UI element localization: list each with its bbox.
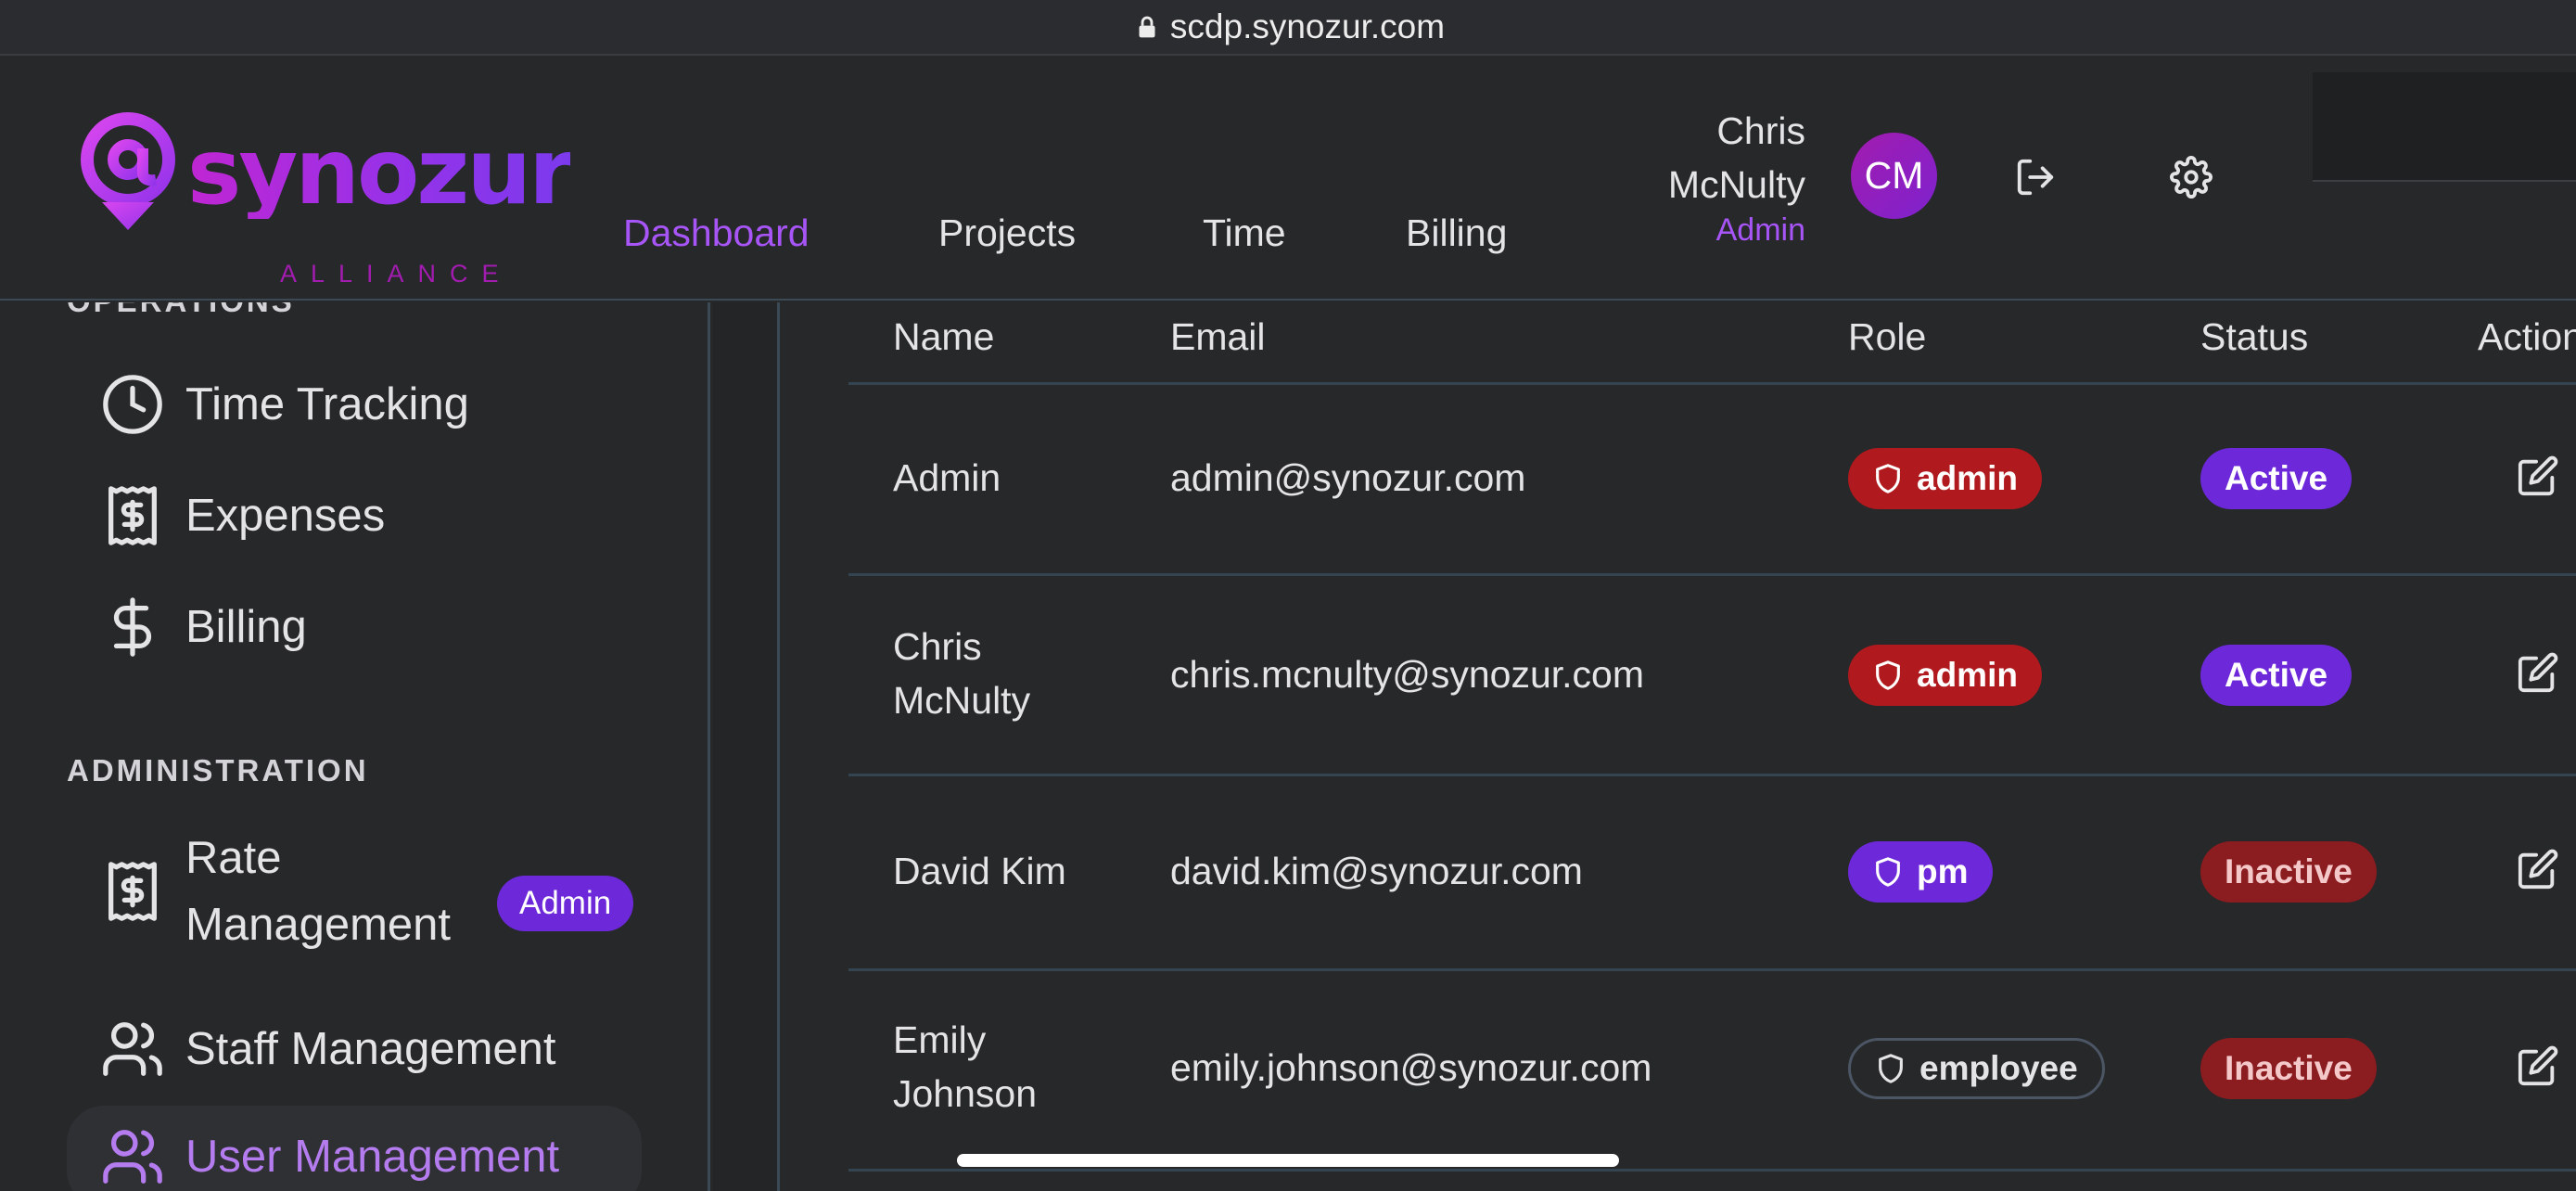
sidebar-gutter (713, 302, 780, 1191)
sidebar-item-time-tracking[interactable]: Time Tracking (67, 353, 642, 455)
role-badge: admin (1848, 645, 2042, 706)
synozur-logo[interactable]: synozur ALLIANCE (74, 111, 573, 297)
role-badge: admin (1848, 448, 2042, 509)
sidebar-item-expenses[interactable]: Expenses (67, 465, 642, 567)
receipt-icon (108, 862, 157, 921)
sidebar: OPERATIONS Time Tracking Expenses Billin… (0, 302, 710, 1191)
home-indicator[interactable] (957, 1154, 1619, 1167)
sidebar-item-label: User Management (185, 1132, 560, 1182)
user-email: chris.mcnulty@synozur.com (1170, 653, 1644, 696)
shield-icon (1879, 1054, 1903, 1083)
logo-tagline: ALLIANCE (280, 260, 513, 288)
logo-brand-text: synozur (187, 120, 573, 225)
browser-url-bar[interactable]: scdp.synozur.com (0, 0, 2576, 56)
lock-icon (1139, 16, 1155, 38)
user-name-line2: McNulty (893, 679, 1031, 722)
role-badge-label: admin (1917, 459, 2018, 497)
row-divider (848, 1169, 2576, 1172)
receipt-icon (108, 486, 157, 545)
logout-icon[interactable] (2014, 156, 2057, 198)
sidebar-item-staff-management[interactable]: Staff Management (67, 998, 642, 1100)
column-header-email[interactable]: Email (1170, 315, 1266, 359)
status-badge: Active (2200, 645, 2353, 706)
row-divider (848, 573, 2576, 576)
admin-badge: Admin (497, 876, 634, 931)
users-icon (103, 1130, 162, 1184)
status-badge: Inactive (2200, 1038, 2377, 1099)
shield-icon (1876, 660, 1900, 690)
header-search-area[interactable] (2313, 72, 2576, 182)
user-name-line1: Chris (893, 625, 982, 668)
row-divider (848, 774, 2576, 776)
sidebar-item-label: Time Tracking (185, 379, 469, 429)
app-header: synozur ALLIANCE Dashboard Projects Time… (0, 58, 2576, 301)
role-badge: pm (1848, 841, 1993, 903)
clock-icon (103, 375, 162, 434)
column-header-actions[interactable]: Actions (2478, 315, 2576, 359)
role-badge: employee (1848, 1038, 2105, 1099)
row-divider (848, 382, 2576, 385)
edit-icon[interactable] (2517, 455, 2559, 497)
edit-icon[interactable] (2517, 848, 2559, 890)
column-header-status[interactable]: Status (2200, 315, 2308, 359)
section-title-operations: OPERATIONS (67, 302, 295, 319)
shield-icon (1876, 857, 1900, 887)
users-icon (103, 1022, 162, 1076)
column-header-name[interactable]: Name (893, 315, 994, 359)
edit-icon[interactable] (2517, 651, 2559, 694)
sidebar-item-label-line2: Management (185, 900, 452, 950)
row-divider (848, 968, 2576, 971)
shield-icon (1876, 464, 1900, 493)
role-badge-label: pm (1917, 852, 1969, 890)
sidebar-item-user-management[interactable]: User Management (67, 1106, 642, 1191)
user-info: Chris McNulty Admin (1668, 104, 1805, 249)
user-email: david.kim@synozur.com (1170, 850, 1583, 892)
sidebar-item-label: Expenses (185, 491, 386, 541)
user-last-name: McNulty (1667, 163, 1805, 206)
status-badge: Active (2200, 448, 2353, 509)
role-badge-label: employee (1919, 1049, 2078, 1087)
nav-time[interactable]: Time (1203, 211, 1286, 255)
user-role: Admin (1715, 212, 1805, 248)
sidebar-item-label: Billing (185, 602, 307, 652)
nav-dashboard[interactable]: Dashboard (623, 211, 810, 255)
sidebar-item-label: Rate Management (185, 825, 451, 958)
sidebar-item-label: Staff Management (185, 1024, 556, 1074)
section-title-administration: ADMINISTRATION (67, 753, 369, 788)
sidebar-item-label-line1: Rate (185, 833, 282, 883)
users-table: Name Email Role Status Actions Admin adm… (848, 302, 2576, 1191)
dollar-icon (113, 597, 152, 657)
user-email: emily.johnson@synozur.com (1170, 1046, 1652, 1089)
user-name: David Kim (893, 850, 1066, 892)
status-badge: Inactive (2200, 841, 2377, 903)
role-badge-label: admin (1917, 656, 2018, 694)
location-pin-logo-icon (81, 112, 175, 230)
edit-icon[interactable] (2517, 1044, 2559, 1087)
nav-billing[interactable]: Billing (1406, 211, 1507, 255)
user-name: Chris McNulty (893, 620, 1030, 727)
user-name: Emily Johnson (893, 1013, 1037, 1121)
column-header-role[interactable]: Role (1848, 315, 1926, 359)
user-name: Admin (893, 456, 1001, 499)
user-name-line2: Johnson (893, 1072, 1038, 1115)
avatar[interactable]: CM (1851, 133, 1937, 219)
gear-icon[interactable] (2170, 156, 2213, 198)
user-name-line1: Emily (893, 1018, 987, 1061)
nav-projects[interactable]: Projects (938, 211, 1076, 255)
user-first-name: Chris (1716, 109, 1805, 152)
sidebar-item-billing[interactable]: Billing (67, 576, 642, 678)
browser-url-text: scdp.synozur.com (1169, 7, 1446, 45)
user-email: admin@synozur.com (1170, 456, 1526, 499)
